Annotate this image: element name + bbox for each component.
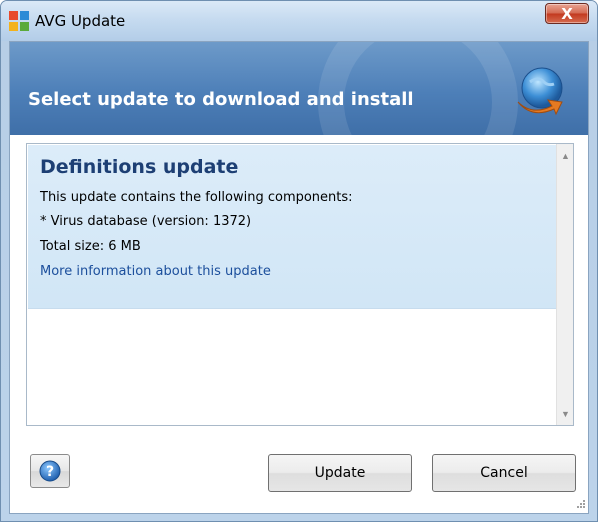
dialog-body: Select update to download and install De… bbox=[9, 41, 589, 514]
header-banner: Select update to download and install bbox=[10, 42, 588, 135]
scroll-up-arrow-icon[interactable]: ▲ bbox=[557, 147, 574, 164]
scroll-down-arrow-icon[interactable]: ▼ bbox=[557, 405, 574, 422]
update-list[interactable]: Definitions update This update contains … bbox=[26, 143, 574, 426]
resize-grip-icon[interactable] bbox=[574, 499, 586, 511]
vertical-scrollbar[interactable]: ▲ ▼ bbox=[556, 144, 573, 425]
help-button[interactable]: ? bbox=[30, 454, 70, 488]
svg-text:?: ? bbox=[46, 464, 54, 480]
more-info-link[interactable]: More information about this update bbox=[40, 264, 271, 279]
update-button[interactable]: Update bbox=[268, 454, 412, 492]
close-icon: X bbox=[561, 4, 573, 23]
cancel-button[interactable]: Cancel bbox=[432, 454, 576, 492]
help-icon: ? bbox=[39, 460, 61, 482]
component-line: * Virus database (version: 1372) bbox=[40, 214, 252, 229]
total-size: Total size: 6 MB bbox=[40, 239, 141, 254]
avg-update-window: AVG Update X Select update to download a… bbox=[0, 0, 598, 522]
close-button[interactable]: X bbox=[545, 3, 589, 24]
avg-logo-icon bbox=[9, 11, 29, 31]
window-title: AVG Update bbox=[35, 12, 126, 30]
title-bar[interactable]: AVG Update X bbox=[1, 1, 597, 41]
definitions-update-item[interactable]: Definitions update This update contains … bbox=[28, 145, 556, 309]
update-title: Definitions update bbox=[40, 156, 239, 178]
banner-title: Select update to download and install bbox=[28, 89, 414, 110]
globe-update-icon bbox=[517, 67, 563, 116]
update-description: This update contains the following compo… bbox=[40, 190, 353, 205]
